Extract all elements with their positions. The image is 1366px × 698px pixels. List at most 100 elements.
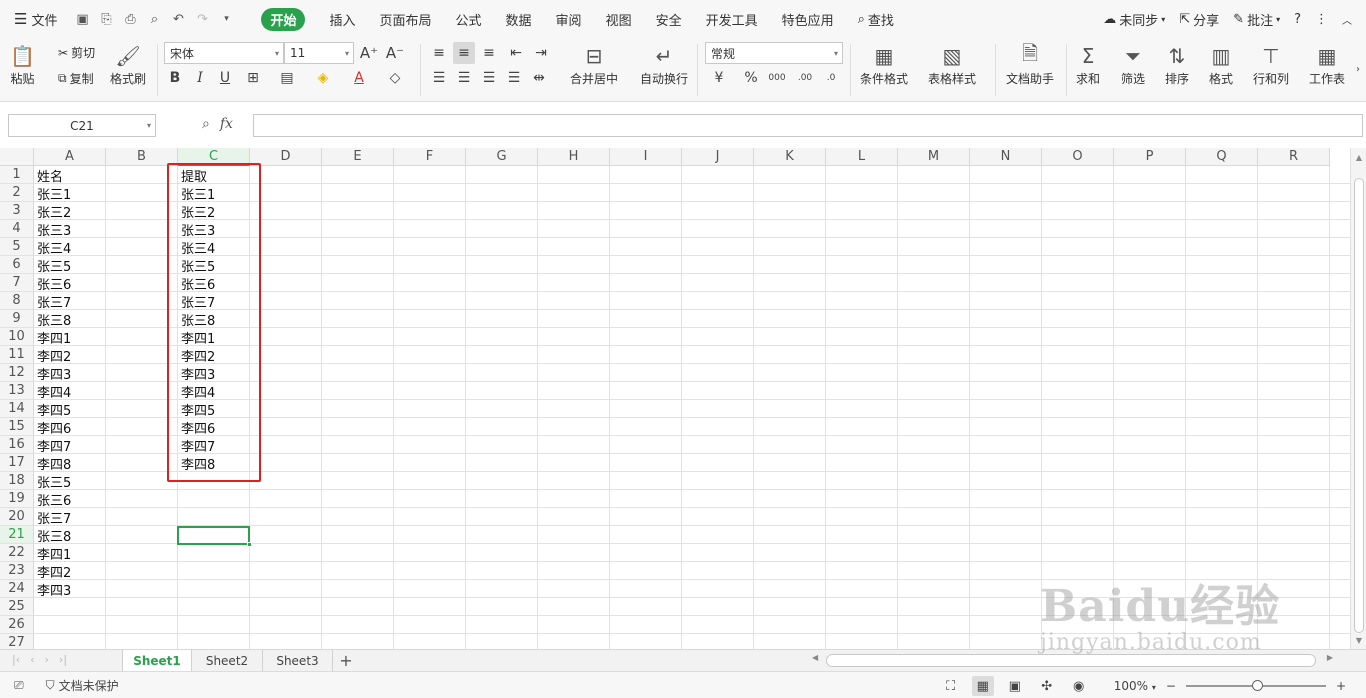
cell-a7[interactable]: 张三6 [34,274,106,293]
number-format-select[interactable]: 常规 ▾ [705,42,843,64]
paste-button[interactable]: 📋 粘贴 [10,42,35,87]
cell-a2[interactable]: 张三1 [34,184,106,203]
column-header-l[interactable]: L [826,148,898,166]
cell-a23[interactable]: 李四2 [34,562,106,581]
row-header-1[interactable]: 1 [0,166,34,184]
tab-view[interactable]: 视图 [594,0,644,38]
cell-a16[interactable]: 李四7 [34,436,106,455]
cell-a17[interactable]: 李四8 [34,454,106,473]
align-center-icon[interactable]: ☰ [453,67,475,89]
clear-format-icon[interactable]: ◇ [384,67,406,89]
font-size-select[interactable]: 11 ▾ [284,42,354,64]
thousands-icon[interactable]: 000 [766,67,788,89]
tab-page-layout[interactable]: 页面布局 [368,0,444,38]
sum-button[interactable]: Σ 求和 [1076,42,1100,87]
horizontal-scrollbar[interactable]: ◀ ▶ [810,653,1335,668]
align-middle-icon[interactable]: ≡ [453,42,475,64]
format-painter-button[interactable]: 🖌 格式刷 [110,42,146,87]
row-header-22[interactable]: 22 [0,544,34,562]
comment-button[interactable]: ✎ 批注 ▾ [1233,10,1280,29]
formula-input[interactable] [253,114,1363,137]
cell-a13[interactable]: 李四4 [34,382,106,401]
increase-indent-icon[interactable]: ⇥ [530,42,552,64]
column-header-a[interactable]: A [34,148,106,166]
row-header-16[interactable]: 16 [0,436,34,454]
align-right-icon[interactable]: ☰ [478,67,500,89]
more-icon[interactable]: ⋮ [1315,12,1328,27]
column-header-o[interactable]: O [1042,148,1114,166]
cell-a10[interactable]: 李四1 [34,328,106,347]
row-col-button[interactable]: ⊤ 行和列 [1253,42,1289,87]
row-header-11[interactable]: 11 [0,346,34,364]
file-menu[interactable]: ☰ 文件 [0,0,65,38]
column-header-r[interactable]: R [1258,148,1330,166]
row-header-26[interactable]: 26 [0,616,34,634]
tab-search[interactable]: ⌕ 查找 [846,0,906,38]
save-icon[interactable]: ▣ [71,8,93,30]
zoom-slider[interactable] [1185,680,1326,691]
cell-a19[interactable]: 张三6 [34,490,106,509]
first-sheet-icon[interactable]: |‹ [12,653,20,666]
underline-button[interactable]: U [214,67,236,89]
sheet-tab-1[interactable]: Sheet1 [122,650,192,671]
column-header-i[interactable]: I [610,148,682,166]
fill-color-icon[interactable]: ◈ [312,67,334,89]
zoom-out-button[interactable]: − [1166,679,1176,693]
column-header-n[interactable]: N [970,148,1042,166]
row-header-3[interactable]: 3 [0,202,34,220]
cell-a9[interactable]: 张三8 [34,310,106,329]
tab-formulas[interactable]: 公式 [444,0,494,38]
column-header-p[interactable]: P [1114,148,1186,166]
cell-a12[interactable]: 李四3 [34,364,106,383]
cell-a14[interactable]: 李四5 [34,400,106,419]
column-header-h[interactable]: H [538,148,610,166]
prev-sheet-icon[interactable]: ‹ [30,653,34,666]
name-box[interactable]: C21 ▾ [8,114,156,137]
doc-assistant-button[interactable]: 🗎 文档助手 [1006,41,1054,87]
zoom-in-button[interactable]: + [1336,679,1346,693]
eye-protection-icon[interactable]: ◉ [1068,676,1090,696]
conditional-format-button[interactable]: ▦ 条件格式 [860,42,908,87]
sheet-tab-3[interactable]: Sheet3 [263,650,333,671]
percent-button[interactable]: % [740,67,762,89]
format-button[interactable]: ▥ 格式 [1209,42,1233,87]
scroll-thumb[interactable] [1354,178,1364,633]
sync-status-button[interactable]: ☁ 未同步 ▾ [1103,10,1165,29]
customize-dropdown-icon[interactable]: ▾ [215,8,237,30]
ribbon-scroll-right-icon[interactable]: › [1350,58,1366,80]
share-button[interactable]: ⇱ 分享 [1179,10,1219,29]
row-header-23[interactable]: 23 [0,562,34,580]
cell-a8[interactable]: 张三7 [34,292,106,311]
zoom-slider-knob[interactable] [1251,680,1263,691]
column-header-g[interactable]: G [466,148,538,166]
select-all-corner[interactable] [0,148,34,166]
row-header-9[interactable]: 9 [0,310,34,328]
borders-icon[interactable]: ⊞ [242,67,264,89]
export-icon[interactable]: ⎘ [95,8,117,30]
print-icon[interactable]: ⎙ [119,8,141,30]
redo-icon[interactable]: ↷ [191,8,213,30]
copy-button[interactable]: ⧉ 复制 [58,70,94,87]
row-header-14[interactable]: 14 [0,400,34,418]
fx-icon[interactable]: fx [220,116,233,132]
font-name-select[interactable]: 宋体 ▾ [164,42,284,64]
tab-data[interactable]: 数据 [494,0,544,38]
row-header-20[interactable]: 20 [0,508,34,526]
page-break-view-icon[interactable]: ▣ [1004,676,1026,696]
row-header-4[interactable]: 4 [0,220,34,238]
align-left-icon[interactable]: ☰ [428,67,450,89]
zoom-level[interactable]: 100% ▾ [1114,679,1156,693]
macro-icon[interactable]: ⎚ [14,678,24,693]
undo-icon[interactable]: ↶ [167,8,189,30]
column-header-m[interactable]: M [898,148,970,166]
row-header-21[interactable]: 21 [0,526,34,544]
table-style-button[interactable]: ▧ 表格样式 [928,42,976,87]
currency-icon[interactable]: ¥ [708,67,730,89]
row-header-10[interactable]: 10 [0,328,34,346]
next-sheet-icon[interactable]: › [45,653,49,666]
row-header-6[interactable]: 6 [0,256,34,274]
horizontal-scroll-thumb[interactable] [826,654,1316,667]
cell-a5[interactable]: 张三4 [34,238,106,257]
worksheet-button[interactable]: ▦ 工作表 [1309,42,1345,87]
cell-a21[interactable]: 张三8 [34,526,106,545]
